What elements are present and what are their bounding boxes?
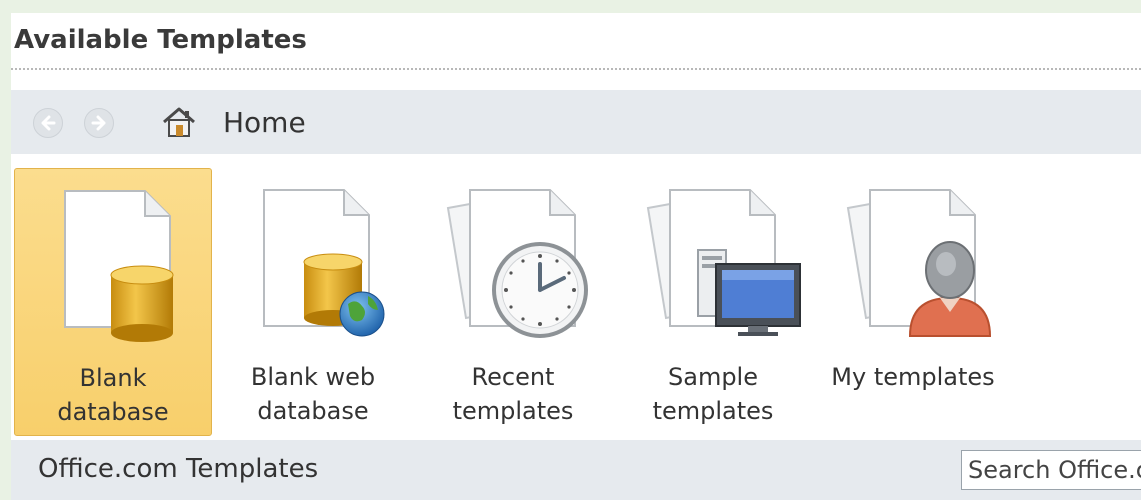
dotted-divider: [11, 68, 1141, 70]
back-button[interactable]: [33, 108, 63, 138]
label-line: templates: [652, 397, 774, 425]
template-label: Blank web database: [214, 360, 412, 428]
template-my-templates[interactable]: My templates: [814, 168, 1012, 436]
office-templates-bar: Office.com Templates: [11, 440, 1141, 500]
label-line: Sample: [668, 363, 758, 391]
template-blank-database[interactable]: Blank database: [14, 168, 212, 436]
back-arrow-icon: [41, 115, 56, 131]
template-recent-templates[interactable]: Recent templates: [414, 168, 612, 436]
label-line: templates: [452, 397, 574, 425]
forward-button[interactable]: [84, 108, 114, 138]
template-blank-web-database[interactable]: Blank web database: [214, 168, 412, 436]
home-icon[interactable]: [161, 106, 197, 138]
search-office-input[interactable]: [961, 450, 1141, 490]
blank-database-icon: [64, 190, 174, 342]
template-label: Sample templates: [614, 360, 812, 428]
label-line: Recent: [471, 363, 555, 391]
navigation-bar: Home: [11, 90, 1141, 154]
label-line: database: [57, 398, 169, 426]
label-line: database: [257, 397, 369, 425]
my-templates-icon: [846, 189, 992, 337]
page-title: Available Templates: [14, 25, 307, 55]
template-label: Blank database: [15, 361, 211, 429]
label-line: My templates: [831, 363, 995, 391]
label-line: Blank web: [250, 363, 376, 391]
forward-arrow-icon: [91, 115, 106, 131]
template-sample-templates[interactable]: Sample templates: [614, 168, 812, 436]
template-label: My templates: [814, 360, 1012, 394]
office-templates-heading: Office.com Templates: [38, 454, 319, 484]
breadcrumb-home[interactable]: Home: [223, 106, 306, 139]
recent-templates-icon: [446, 189, 588, 338]
available-templates-panel: Available Templates Home Blank database …: [11, 13, 1141, 500]
blank-web-database-icon: [263, 189, 385, 337]
sample-templates-icon: [646, 189, 801, 336]
label-line: Blank: [79, 364, 147, 392]
template-label: Recent templates: [414, 360, 612, 428]
